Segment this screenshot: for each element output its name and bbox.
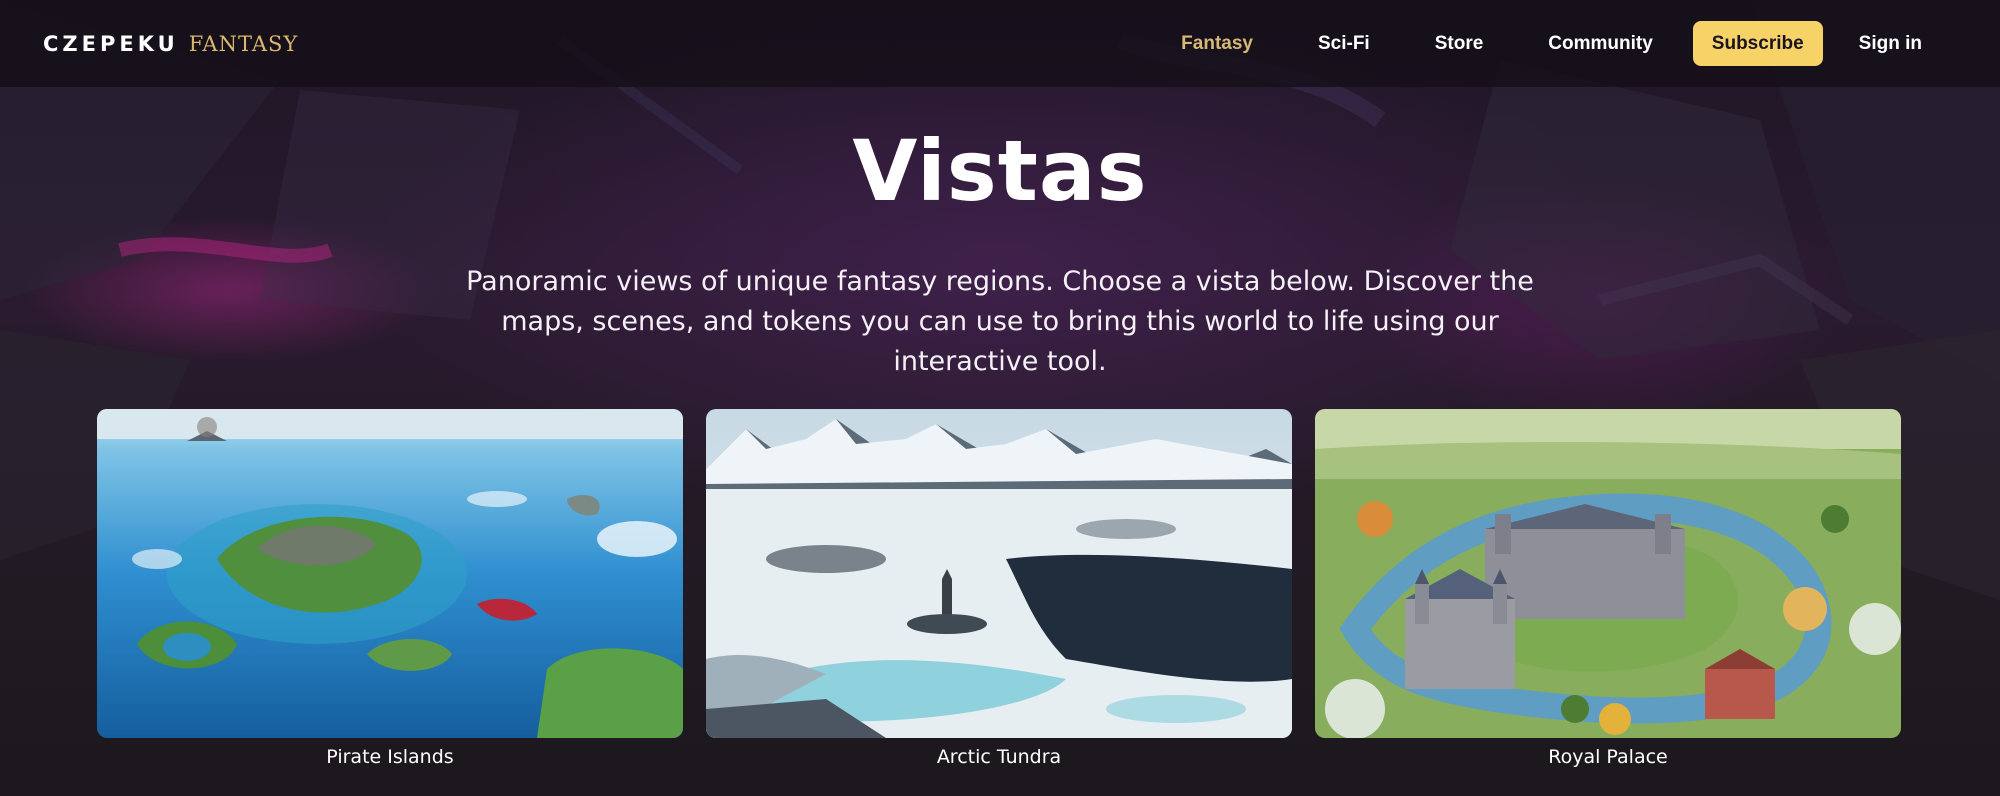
nav-store[interactable]: Store xyxy=(1435,33,1484,55)
vista-label[interactable]: Royal Palace xyxy=(1315,746,1901,768)
brand-logo[interactable]: CZEPEKU FANTASY xyxy=(43,32,298,56)
royal-palace-illustration xyxy=(1315,409,1901,738)
main-nav: Fantasy Sci-Fi Store Community Subscribe… xyxy=(1181,21,1957,66)
subscribe-button[interactable]: Subscribe xyxy=(1692,21,1823,66)
vista-card-royal-palace[interactable]: Royal Palace xyxy=(1315,409,1901,768)
top-navigation-bar: CZEPEKU FANTASY Fantasy Sci-Fi Store Com… xyxy=(0,0,2000,87)
vista-label[interactable]: Pirate Islands xyxy=(97,746,683,768)
vista-label[interactable]: Arctic Tundra xyxy=(706,746,1292,768)
vista-grid: Pirate Islands Arctic Tundra Royal Palac… xyxy=(97,409,1901,768)
pirate-islands-illustration xyxy=(97,409,683,738)
nav-community[interactable]: Community xyxy=(1548,33,1653,55)
brand-name: CZEPEKU xyxy=(43,31,179,56)
royal-palace-image[interactable] xyxy=(1315,409,1901,738)
page: CZEPEKU FANTASY Fantasy Sci-Fi Store Com… xyxy=(0,0,2000,796)
brand-subtitle: FANTASY xyxy=(188,31,299,56)
vista-card-pirate-islands[interactable]: Pirate Islands xyxy=(97,409,683,768)
sign-in-link[interactable]: Sign in xyxy=(1859,33,1922,55)
arctic-tundra-illustration xyxy=(706,409,1292,738)
nav-fantasy[interactable]: Fantasy xyxy=(1181,33,1253,55)
page-title: Vistas xyxy=(852,122,1148,220)
page-description: Panoramic views of unique fantasy region… xyxy=(466,266,1534,377)
arctic-tundra-image[interactable] xyxy=(706,409,1292,738)
nav-sci-fi[interactable]: Sci-Fi xyxy=(1318,33,1370,55)
vista-card-arctic-tundra[interactable]: Arctic Tundra xyxy=(706,409,1292,768)
pirate-islands-image[interactable] xyxy=(97,409,683,738)
